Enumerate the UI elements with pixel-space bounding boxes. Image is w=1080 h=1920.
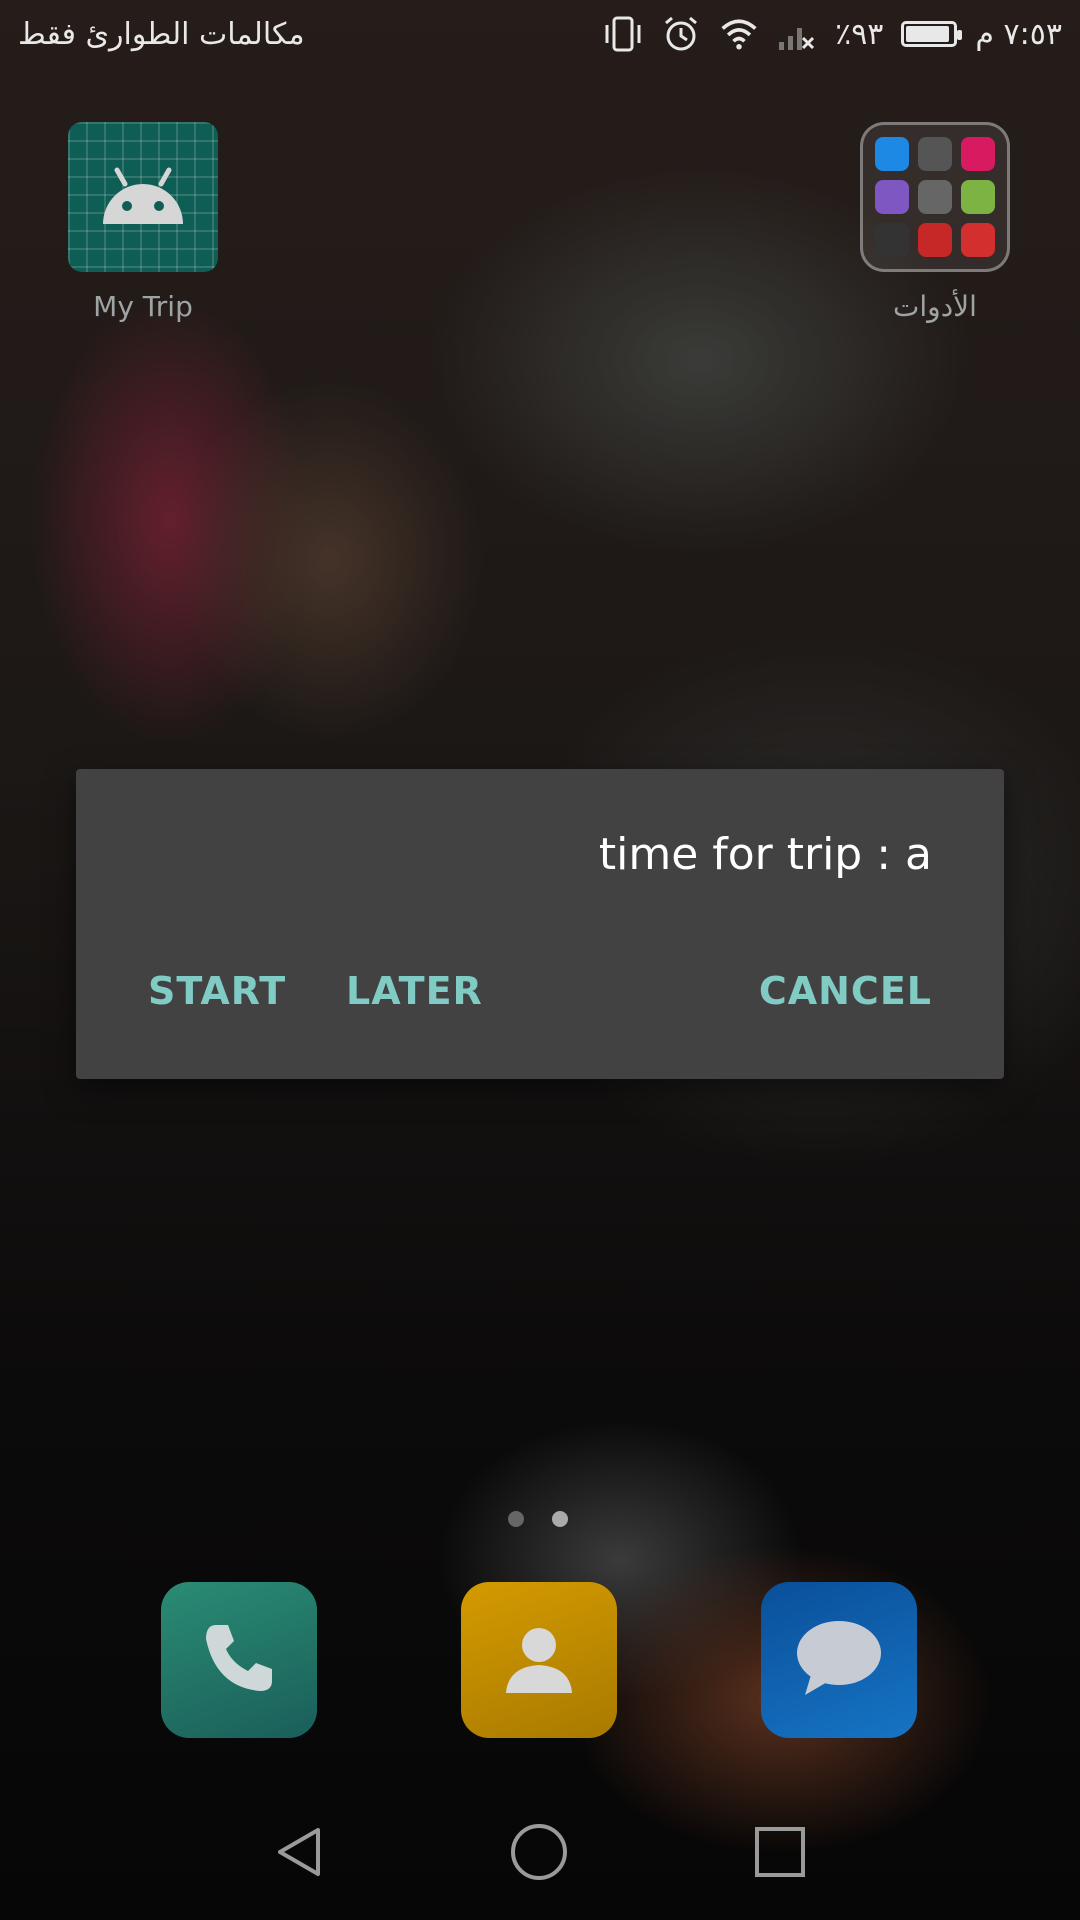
status-icons: ٧:٥٣ م ٩٣٪ xyxy=(603,14,1062,54)
settings-icon xyxy=(917,179,952,214)
message-icon xyxy=(789,1613,889,1707)
status-bar: مكالمات الطوارئ فقط ٧:٥٣ م ٩٣٪ xyxy=(0,0,1080,68)
home-icon[interactable] xyxy=(509,1822,569,1882)
page-dot[interactable] xyxy=(508,1511,524,1527)
recents-icon[interactable] xyxy=(750,1822,810,1882)
phone-app[interactable] xyxy=(161,1582,317,1738)
folder-icon xyxy=(860,122,1010,272)
back-icon[interactable] xyxy=(270,1822,330,1882)
alarm-icon xyxy=(661,14,701,54)
fm-radio-icon xyxy=(917,137,952,172)
messages-app[interactable] xyxy=(761,1582,917,1738)
phone-manager-icon xyxy=(960,179,995,214)
calendar-icon xyxy=(960,137,995,172)
camera-icon xyxy=(875,222,910,257)
signal-icon xyxy=(777,14,817,54)
time: ٧:٥٣ م xyxy=(975,16,1062,52)
page-dot-active[interactable] xyxy=(552,1511,568,1527)
start-button[interactable]: START xyxy=(148,969,286,1013)
page-indicator xyxy=(508,1511,568,1527)
dialog-message: time for trip : a xyxy=(598,829,932,880)
app-label: My Trip xyxy=(93,290,193,323)
cancel-button[interactable]: CANCEL xyxy=(759,969,932,1013)
android-icon xyxy=(68,122,218,272)
vibrate-icon xyxy=(603,14,643,54)
navigation-bar xyxy=(0,1780,1080,1920)
flashlight-icon xyxy=(917,222,952,257)
contact-icon xyxy=(494,1613,584,1707)
folder-label: الأدوات xyxy=(893,290,977,323)
app-folder-tools[interactable]: الأدوات xyxy=(860,122,1010,323)
trip-alert-dialog: time for trip : a START LATER CANCEL xyxy=(76,769,1004,1079)
themes-icon xyxy=(875,179,910,214)
app-my-trip[interactable]: My Trip xyxy=(68,122,218,323)
youtube-icon xyxy=(960,222,995,257)
battery-percent: ٩٣٪ xyxy=(835,16,884,52)
wifi-icon xyxy=(719,14,759,54)
contacts-app[interactable] xyxy=(461,1582,617,1738)
battery-icon xyxy=(901,21,963,47)
carrier-text: مكالمات الطوارئ فقط xyxy=(18,16,305,52)
later-button[interactable]: LATER xyxy=(346,969,483,1013)
phone-icon xyxy=(194,1613,284,1707)
play-store-icon xyxy=(875,137,910,172)
